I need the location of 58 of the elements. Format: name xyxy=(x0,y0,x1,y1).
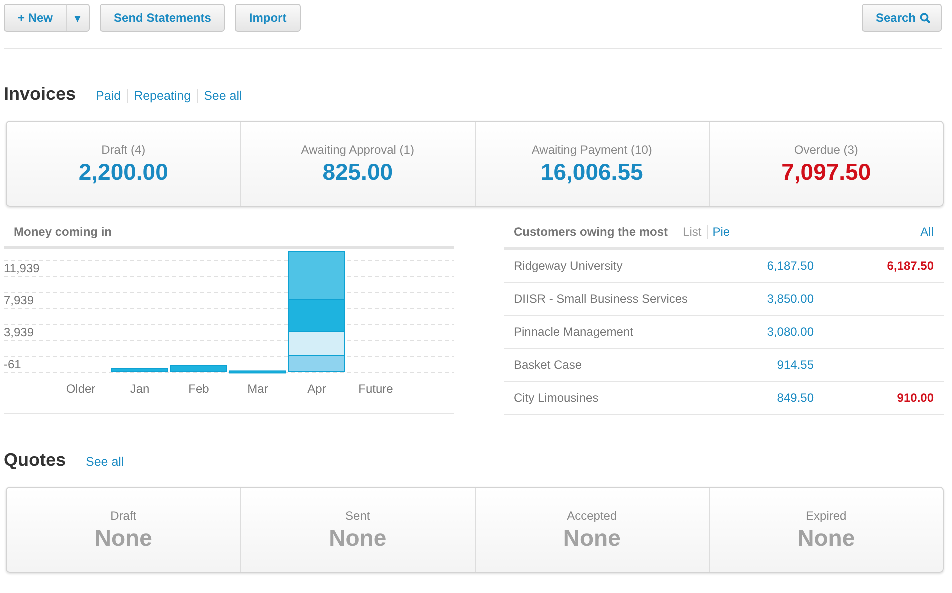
view-tab[interactable]: List xyxy=(678,225,707,239)
summary-label: Expired xyxy=(806,508,847,522)
customer-name: Ridgeway University xyxy=(513,259,624,273)
category-label: Older xyxy=(66,382,96,396)
axis-tick-label: 3,939 xyxy=(4,326,34,340)
summary-value: None xyxy=(798,524,856,552)
summary-label: Awaiting Payment (10) xyxy=(532,142,652,156)
category-label: Mar xyxy=(248,382,268,396)
axis-tick-label: 7,939 xyxy=(4,294,34,308)
category-label: Future xyxy=(358,382,394,396)
invoice-link[interactable]: Paid xyxy=(90,89,128,103)
amount-owing: 914.55 xyxy=(776,358,814,372)
view-tab[interactable]: Pie xyxy=(706,225,736,239)
summary-amount: 2,200.00 xyxy=(78,158,168,186)
axis-tick-label: 11,939 xyxy=(4,262,40,276)
new-button[interactable]: + New xyxy=(4,4,68,32)
invoice-link[interactable]: Repeating xyxy=(127,89,198,103)
chart-title: Money coming in xyxy=(13,225,114,241)
toolbar-button[interactable]: Import xyxy=(235,4,301,32)
quotes-link[interactable]: See all xyxy=(80,455,130,469)
category-label: Apr xyxy=(308,382,326,396)
toolbar-button[interactable]: Send Statements xyxy=(100,4,226,32)
amount-owing: 6,187.50 xyxy=(766,259,814,273)
summary-amount: 825.00 xyxy=(322,158,394,186)
axis-tick-label: -61 xyxy=(4,358,22,372)
summary-value: None xyxy=(563,524,621,552)
search-button[interactable]: Search xyxy=(862,4,942,32)
dropdown-button[interactable]: ▾ xyxy=(66,4,90,32)
section-title: Quotes xyxy=(4,450,66,471)
summary-label: Overdue (3) xyxy=(794,142,858,156)
summary-amount: 16,006.55 xyxy=(540,158,644,186)
summary-amount: 7,097.50 xyxy=(782,158,872,186)
customer-name: City Limousines xyxy=(513,391,600,405)
summary-label: Draft (4) xyxy=(102,142,146,156)
summary-value: None xyxy=(329,524,387,552)
summary-label: Accepted xyxy=(567,508,618,522)
bar xyxy=(230,370,286,374)
section-title: Invoices xyxy=(4,84,76,105)
amount-owing: 3,850.00 xyxy=(766,292,814,306)
overdue-amount: 910.00 xyxy=(897,391,934,405)
summary-value: None xyxy=(94,524,152,552)
overdue-amount: 6,187.50 xyxy=(887,259,934,273)
table-title: Customers owing the most xyxy=(513,225,670,239)
invoice-link[interactable]: See all xyxy=(197,89,248,103)
amount-owing: 3,080.00 xyxy=(766,325,814,339)
category-label: Feb xyxy=(188,382,210,396)
category-label: Jan xyxy=(130,382,150,396)
bar xyxy=(112,368,168,372)
customer-name: Basket Case xyxy=(513,358,584,372)
customer-name: Pinnacle Management xyxy=(513,325,634,339)
summary-label: Awaiting Approval (1) xyxy=(301,142,414,156)
all-link[interactable]: All xyxy=(914,225,944,239)
search-icon xyxy=(920,12,931,24)
summary-label: Sent xyxy=(346,508,370,522)
summary-label: Draft xyxy=(110,508,137,522)
customer-name: DIISR - Small Business Services xyxy=(513,292,690,306)
bar xyxy=(170,365,228,372)
amount-owing: 849.50 xyxy=(776,391,814,405)
